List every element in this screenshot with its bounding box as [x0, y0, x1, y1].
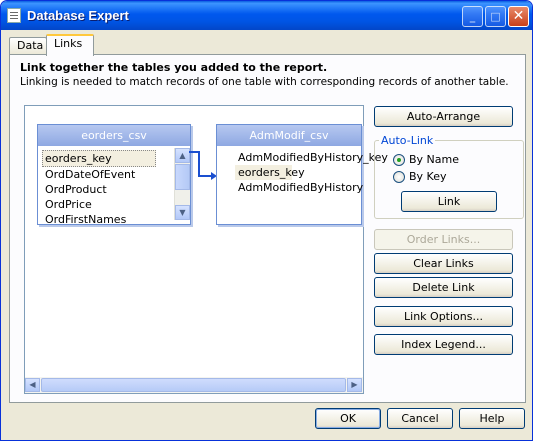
field-item[interactable]: AdmModifiedByHistory — [235, 180, 363, 195]
field-item[interactable]: AdmModifiedByHistory_key — [235, 150, 388, 165]
ok-button[interactable]: OK — [315, 408, 381, 429]
title-bar[interactable]: Database Expert _ □ ✕ — [1, 1, 532, 30]
field-item[interactable]: eorders_key — [42, 150, 156, 167]
order-links-button[interactable]: Order Links... — [374, 229, 513, 250]
document-icon — [7, 8, 21, 23]
field-item[interactable]: OrdFirstNames — [42, 212, 190, 227]
table-eorders-csv[interactable]: eorders_csv eorders_key OrdDateOfEvent O… — [37, 124, 191, 227]
link-line[interactable] — [189, 146, 219, 186]
links-panel: Link together the tables you added to th… — [9, 54, 526, 403]
table-title: AdmModif_csv — [217, 125, 361, 146]
scroll-down-arrow-icon[interactable]: ▼ — [175, 205, 190, 220]
help-button[interactable]: Help — [459, 408, 525, 429]
by-key-label[interactable]: By Key — [409, 170, 447, 183]
tab-links[interactable]: Links — [46, 34, 94, 56]
link-options-button[interactable]: Link Options... — [374, 306, 513, 327]
window-title: Database Expert — [27, 8, 129, 23]
dialog-footer: OK Cancel Help — [1, 402, 532, 440]
tab-data[interactable]: Data — [9, 37, 47, 54]
table-admmodif-csv[interactable]: AdmModif_csv AdmModifiedByHistory_key eo… — [216, 124, 388, 225]
scroll-up-arrow-icon[interactable]: ▲ — [175, 148, 190, 163]
clear-links-button[interactable]: Clear Links — [374, 253, 513, 274]
table-title: eorders_csv — [38, 125, 190, 146]
auto-link-label: Auto-Link — [379, 134, 436, 147]
field-scrollbar[interactable]: ▲ ▼ — [174, 148, 190, 220]
field-item[interactable]: eorders_key — [235, 165, 305, 180]
scroll-right-arrow-icon[interactable]: ▶ — [347, 378, 362, 392]
page-title: Link together the tables you added to th… — [20, 61, 328, 74]
scroll-thumb[interactable] — [41, 378, 346, 392]
index-legend-button[interactable]: Index Legend... — [374, 334, 513, 355]
field-item[interactable]: OrdProduct — [42, 182, 190, 197]
scroll-thumb[interactable] — [175, 164, 190, 190]
cancel-button[interactable]: Cancel — [387, 408, 453, 429]
delete-link-button[interactable]: Delete Link — [374, 277, 513, 298]
field-item[interactable]: OrdDateOfEvent — [42, 167, 190, 182]
page-description: Linking is needed to match records of on… — [20, 76, 509, 88]
link-canvas[interactable]: eorders_csv eorders_key OrdDateOfEvent O… — [24, 105, 388, 394]
database-expert-window: Database Expert _ □ ✕ Data Links Link to… — [0, 0, 533, 441]
auto-link-group: Auto-Link By Name By Key Link — [374, 134, 524, 219]
canvas-horizontal-scrollbar[interactable]: ◀ ▶ — [25, 377, 363, 393]
scroll-left-arrow-icon[interactable]: ◀ — [25, 378, 40, 392]
auto-arrange-button[interactable]: Auto-Arrange — [374, 106, 513, 127]
minimize-button[interactable]: _ — [462, 6, 483, 27]
by-key-radio[interactable] — [393, 171, 405, 183]
by-name-radio[interactable] — [393, 154, 405, 166]
close-button[interactable]: ✕ — [508, 6, 529, 27]
link-button[interactable]: Link — [401, 191, 497, 212]
by-name-label[interactable]: By Name — [409, 153, 459, 166]
field-item[interactable]: OrdPrice — [42, 197, 190, 212]
maximize-button[interactable]: □ — [485, 6, 506, 27]
